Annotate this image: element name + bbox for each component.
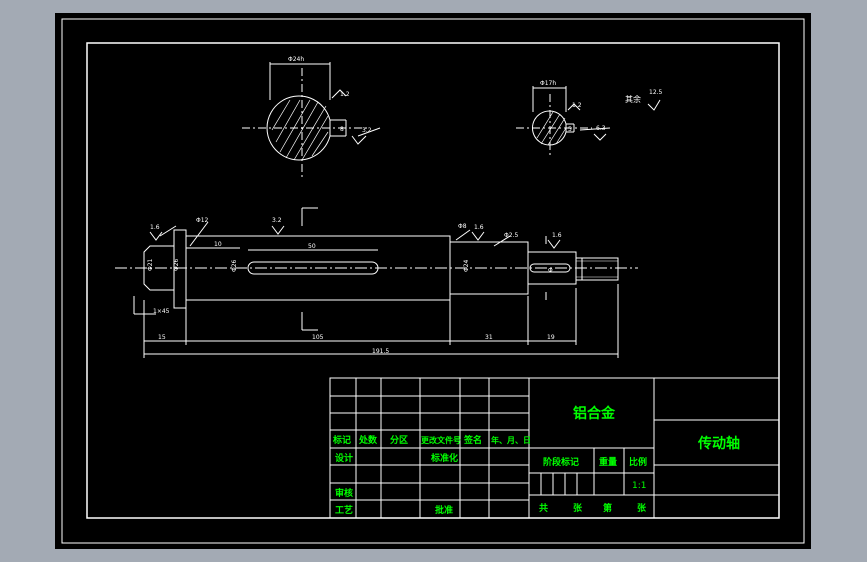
roughness-shoulder-right: 1.6	[474, 224, 484, 231]
dim-main-diameter: Φ26	[231, 259, 238, 272]
dim-length-end: 19	[547, 334, 555, 341]
header-signature: 签名	[463, 434, 482, 446]
dim-keyway-length: 50	[308, 243, 316, 250]
part-name-label: 传动轴	[697, 435, 740, 452]
section-b-roughness-top: 1.2	[572, 102, 582, 109]
section-a-roughness-bottom: 3.2	[362, 127, 372, 134]
design-label: 设计	[335, 452, 353, 464]
total-label: 共	[539, 502, 548, 514]
dim-right-diameter: Φ24	[463, 259, 470, 272]
approve-label: 批准	[435, 504, 453, 516]
drawing-sheet	[55, 13, 811, 549]
roughness-keyway: 3.2	[272, 217, 282, 224]
dim-collar-diameter: Φ26	[173, 258, 180, 271]
page-label: 第	[603, 502, 612, 514]
sheets-label-1: 张	[573, 502, 583, 514]
dim-length-right: 31	[485, 334, 493, 341]
process-label: 工艺	[335, 504, 353, 516]
section-a-key-label: 8	[340, 126, 344, 133]
dim-length-total: 191.5	[372, 348, 389, 355]
dim-length-middle: 105	[312, 334, 324, 341]
sheets-label-2: 张	[637, 502, 647, 514]
general-roughness-label: 其余	[625, 94, 641, 104]
dim-chamfer-a: Φ12	[196, 217, 209, 224]
scale-value: 1:1	[632, 481, 646, 491]
header-mark: 标记	[332, 434, 351, 446]
header-date: 年、月、日	[491, 435, 531, 445]
roughness-right-end: 1.6	[552, 232, 562, 239]
material-label: 铝合金	[573, 405, 616, 422]
header-count: 处数	[358, 434, 378, 446]
cad-drawing-canvas: Φ24h 8 1.2 3.2 Φ17h 5 1.2 6.3 其余 12.5 Φ2…	[55, 13, 811, 549]
dim-left-diameter: Φ21	[147, 258, 154, 271]
section-b-width-label: Φ17h	[540, 80, 556, 87]
scale-label: 比例	[629, 456, 647, 468]
dim-chamfer-b: Φ8	[458, 223, 467, 230]
dim-end-diameter: Φ	[548, 267, 553, 274]
standardize-label: 标准化	[430, 452, 458, 464]
dim-chamfer-c: Φ2.5	[504, 232, 518, 239]
section-b-roughness-bottom: 6.3	[596, 125, 606, 132]
dim-bevel: 1×45	[153, 308, 170, 315]
weight-label: 重量	[599, 456, 617, 468]
header-change-doc: 更改文件号	[421, 435, 461, 445]
header-zone: 分区	[390, 434, 408, 446]
section-b-key-label: 5	[568, 126, 572, 133]
section-a-width-label: Φ24h	[288, 56, 304, 63]
dim-collar-length: 10	[214, 241, 222, 248]
section-a-roughness-top: 1.2	[340, 91, 350, 98]
roughness-left-end: 1.6	[150, 224, 160, 231]
general-roughness-value: 12.5	[649, 89, 663, 96]
review-label: 审核	[335, 487, 353, 499]
stage-mark-label: 阶段标记	[543, 456, 579, 468]
dim-length-left: 15	[158, 334, 166, 341]
